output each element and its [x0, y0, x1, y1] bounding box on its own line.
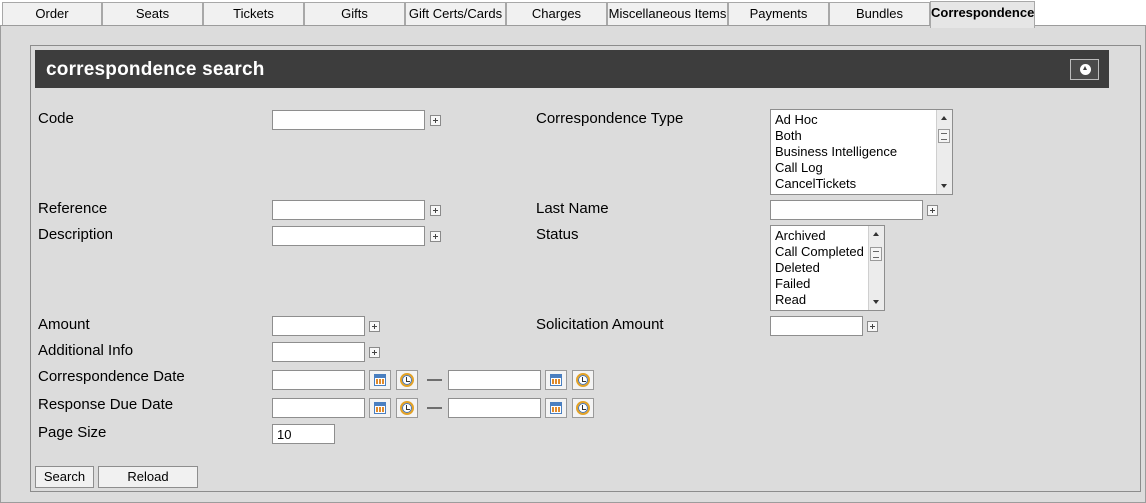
scrollbar[interactable] — [868, 226, 884, 310]
plus-icon[interactable] — [430, 115, 441, 126]
response-due-date-to-input[interactable] — [448, 398, 541, 418]
last-name-label: Last Name — [536, 200, 609, 217]
tab-tickets[interactable]: Tickets — [203, 2, 304, 26]
scroll-thumb[interactable] — [938, 129, 950, 143]
solicitation-amount-input[interactable] — [770, 316, 863, 336]
last-name-input[interactable] — [770, 200, 923, 220]
plus-icon[interactable] — [430, 205, 441, 216]
clock-icon[interactable] — [572, 370, 594, 390]
plus-icon[interactable] — [927, 205, 938, 216]
calendar-icon[interactable] — [545, 370, 567, 390]
correspondence-type-label: Correspondence Type — [536, 110, 684, 127]
correspondence-type-listbox[interactable]: Ad Hoc Both Business Intelligence Call L… — [770, 109, 953, 195]
page-size-input[interactable] — [272, 424, 335, 444]
scroll-thumb[interactable] — [870, 247, 882, 261]
scrollbar[interactable] — [936, 110, 952, 194]
reload-button[interactable]: Reload — [98, 466, 198, 488]
description-input[interactable] — [272, 226, 425, 246]
status-label: Status — [536, 226, 579, 243]
list-option[interactable]: Read — [771, 292, 864, 308]
reference-input[interactable] — [272, 200, 425, 220]
plus-icon[interactable] — [867, 321, 878, 332]
list-option[interactable]: Archived — [771, 228, 864, 244]
clock-icon[interactable] — [572, 398, 594, 418]
correspondence-date-from-input[interactable] — [272, 370, 365, 390]
amount-input[interactable] — [272, 316, 365, 336]
reference-label: Reference — [38, 200, 108, 217]
calendar-icon[interactable] — [369, 370, 391, 390]
panel-header: correspondence search — [35, 50, 1109, 88]
calendar-icon[interactable] — [545, 398, 567, 418]
scroll-up-icon[interactable] — [873, 232, 879, 236]
tab-payments[interactable]: Payments — [728, 2, 829, 26]
list-option[interactable]: Call Completed — [771, 244, 864, 260]
response-due-date-label: Response Due Date — [38, 396, 174, 413]
plus-icon[interactable] — [430, 231, 441, 242]
tab-correspondence[interactable]: Correspondence — [930, 1, 1035, 28]
tab-gifts[interactable]: Gifts — [304, 2, 405, 26]
code-label: Code — [38, 110, 74, 127]
correspondence-date-to-input[interactable] — [448, 370, 541, 390]
list-option[interactable]: Failed — [771, 276, 864, 292]
collapse-up-icon[interactable] — [1070, 59, 1099, 80]
response-due-date-from-input[interactable] — [272, 398, 365, 418]
tab-seats[interactable]: Seats — [102, 2, 203, 26]
scroll-down-icon[interactable] — [873, 300, 879, 304]
correspondence-date-label: Correspondence Date — [38, 368, 185, 385]
tab-order[interactable]: Order — [2, 2, 102, 26]
code-input[interactable] — [272, 110, 425, 130]
additional-info-label: Additional Info — [38, 342, 134, 359]
scroll-down-icon[interactable] — [941, 184, 947, 188]
search-button[interactable]: Search — [35, 466, 94, 488]
additional-info-input[interactable] — [272, 342, 365, 362]
clock-icon[interactable] — [396, 398, 418, 418]
list-option[interactable]: Both — [771, 128, 897, 144]
plus-icon[interactable] — [369, 321, 380, 332]
plus-icon[interactable] — [369, 347, 380, 358]
list-option[interactable]: CancelTickets — [771, 176, 897, 192]
list-option[interactable]: Business Intelligence — [771, 144, 897, 160]
date-range-separator: — — [427, 399, 442, 416]
date-range-separator: — — [427, 371, 442, 388]
page-size-label: Page Size — [38, 424, 107, 441]
list-option[interactable]: Call Log — [771, 160, 897, 176]
tab-miscellaneous-items[interactable]: Miscellaneous Items — [607, 2, 728, 26]
list-option[interactable]: Deleted — [771, 260, 864, 276]
scroll-up-icon[interactable] — [941, 116, 947, 120]
tab-bar: Order Seats Tickets Gifts Gift Certs/Car… — [0, 0, 1146, 28]
list-option[interactable]: Ad Hoc — [771, 112, 897, 128]
tab-gift-certs-cards[interactable]: Gift Certs/Cards — [405, 2, 506, 26]
status-listbox[interactable]: Archived Call Completed Deleted Failed R… — [770, 225, 885, 311]
tab-bundles[interactable]: Bundles — [829, 2, 930, 26]
tab-charges[interactable]: Charges — [506, 2, 607, 26]
amount-label: Amount — [38, 316, 90, 333]
description-label: Description — [38, 226, 114, 243]
clock-icon[interactable] — [396, 370, 418, 390]
panel-title: correspondence search — [46, 59, 265, 80]
calendar-icon[interactable] — [369, 398, 391, 418]
solicitation-amount-label: Solicitation Amount — [536, 316, 664, 333]
